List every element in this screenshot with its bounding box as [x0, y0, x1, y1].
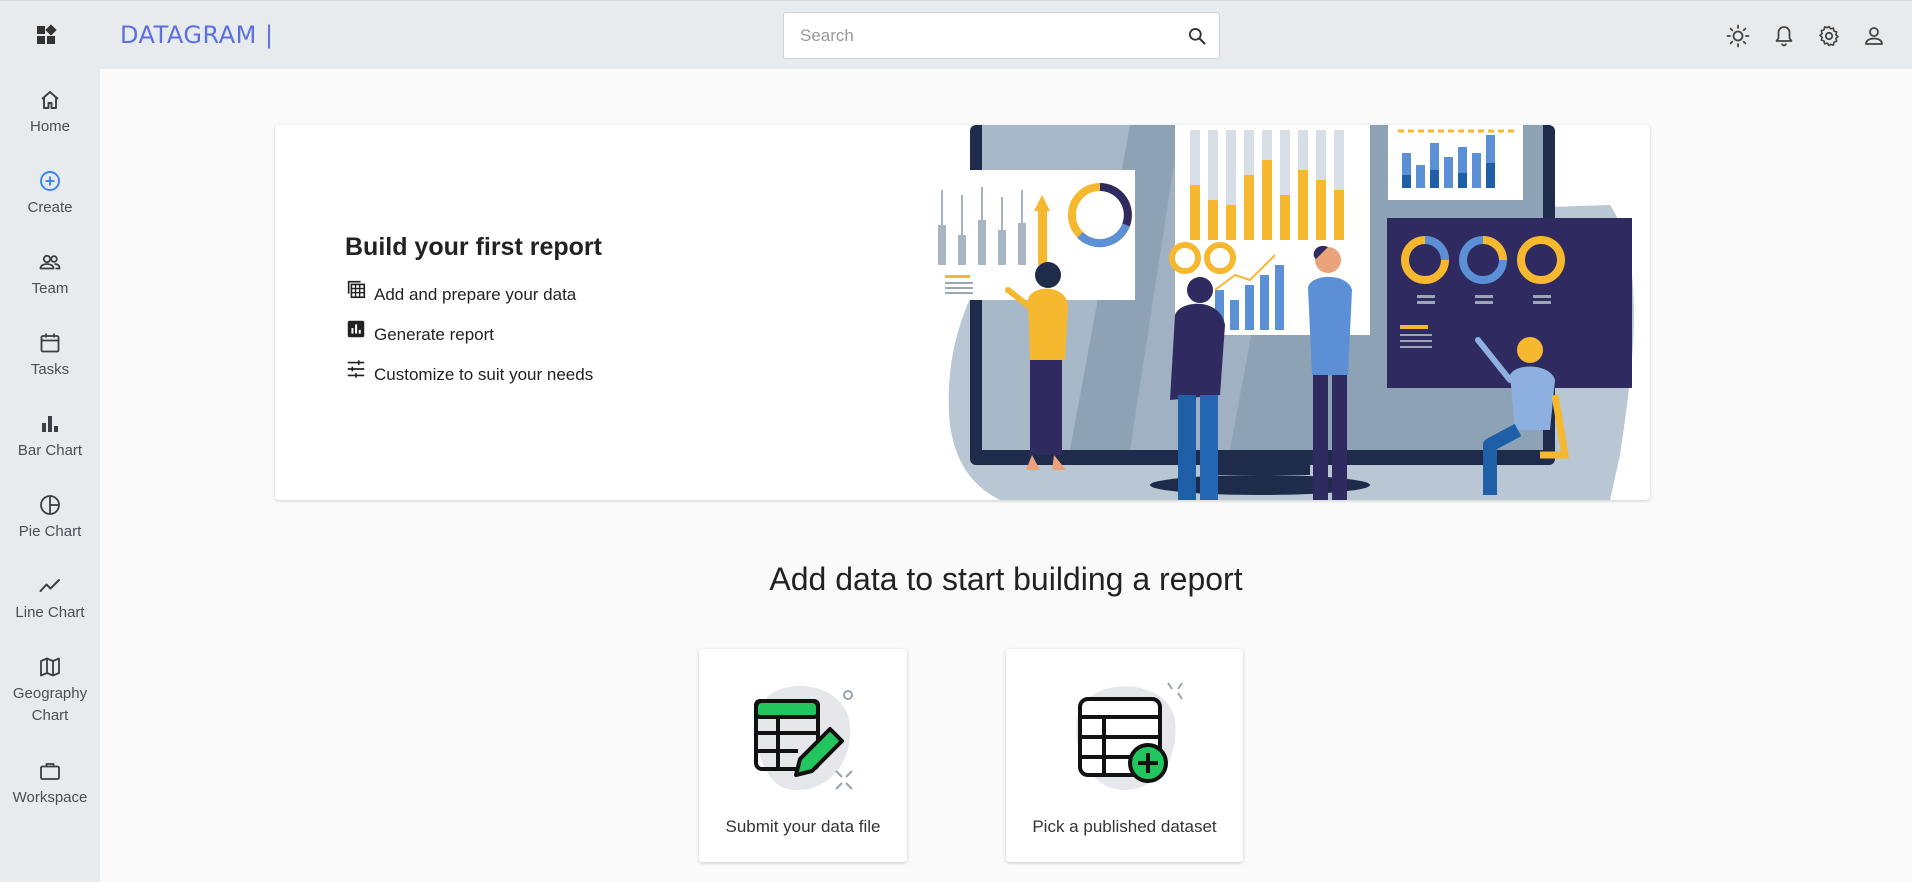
top-bar: DATAGRAM | — [0, 0, 1912, 69]
sidebar-item-home[interactable]: Home — [0, 88, 100, 138]
sidebar-item-geography-chart[interactable]: Geography Chart — [0, 655, 100, 727]
account-icon[interactable] — [1862, 24, 1886, 48]
hero-steps: Add and prepare your data Generate repor… — [345, 275, 593, 395]
home-icon — [41, 91, 59, 109]
hero-step-label: Add and prepare your data — [374, 285, 577, 304]
sidebar-item-label: Bar Chart — [17, 442, 83, 459]
sidebar-item-create[interactable]: Create — [0, 169, 100, 219]
hero-step: Add and prepare your data — [345, 275, 593, 315]
search-box[interactable] — [783, 12, 1220, 59]
add-circle-icon — [40, 171, 60, 191]
line-chart-icon — [39, 579, 60, 592]
sidebar-item-label: Team — [31, 280, 69, 297]
sidebar-item-label: Tasks — [30, 361, 70, 378]
sidebar-item-line-chart[interactable]: Line Chart — [0, 574, 100, 624]
report-chart-icon — [347, 320, 365, 338]
apps-grid-icon[interactable] — [36, 24, 58, 46]
card-label: Pick a published dataset — [1032, 817, 1217, 836]
bar-chart-icon — [42, 416, 58, 432]
map-icon — [40, 657, 60, 677]
sidebar-item-label: Pie Chart — [18, 523, 82, 540]
table-stack-icon — [347, 280, 366, 299]
pie-chart-icon — [40, 495, 60, 515]
sidebar-item-label: Geography Chart — [12, 685, 88, 724]
sidebar-item-bar-chart[interactable]: Bar Chart — [0, 412, 100, 462]
sidebar-item-label: Workspace — [12, 789, 88, 806]
calendar-icon — [40, 333, 60, 353]
theme-toggle-icon[interactable] — [1726, 24, 1750, 48]
sidebar-item-pie-chart[interactable]: Pie Chart — [0, 493, 100, 543]
sidebar: Home Create Team Tasks Bar Chart Pie Cha… — [0, 69, 100, 882]
pick-published-dataset-card[interactable]: Pick a published dataset — [1006, 649, 1243, 862]
search-icon[interactable] — [1187, 26, 1207, 46]
hero-step-label: Customize to suit your needs — [374, 365, 594, 384]
main-content: Build your first report Add and prepare … — [100, 69, 1912, 882]
people-icon — [39, 254, 61, 270]
sidebar-item-tasks[interactable]: Tasks — [0, 331, 100, 381]
sidebar-item-team[interactable]: Team — [0, 250, 100, 300]
card-label: Submit your data file — [725, 817, 881, 836]
submit-data-file-card[interactable]: Submit your data file — [699, 649, 907, 862]
brand-logo[interactable]: DATAGRAM | — [120, 21, 274, 49]
sidebar-item-workspace[interactable]: Workspace — [0, 759, 100, 809]
hero-step: Customize to suit your needs — [345, 355, 593, 395]
dashboard-illustration — [930, 125, 1634, 500]
hero-step-label: Generate report — [374, 325, 495, 344]
sidebar-item-label: Line Chart — [15, 604, 85, 621]
sidebar-item-label: Create — [27, 199, 73, 216]
section-title: Add data to start building a report — [769, 561, 1243, 597]
settings-icon[interactable] — [1817, 24, 1841, 48]
table-edit-icon — [754, 686, 853, 791]
briefcase-icon — [40, 763, 60, 780]
search-input[interactable] — [800, 25, 1180, 47]
notifications-icon[interactable] — [1772, 24, 1796, 48]
hero-step: Generate report — [345, 315, 593, 355]
table-add-icon — [1075, 682, 1183, 791]
tune-icon — [347, 360, 365, 378]
hero-banner: Build your first report Add and prepare … — [275, 125, 1650, 500]
sidebar-item-label: Home — [29, 118, 70, 135]
hero-title: Build your first report — [345, 233, 602, 261]
